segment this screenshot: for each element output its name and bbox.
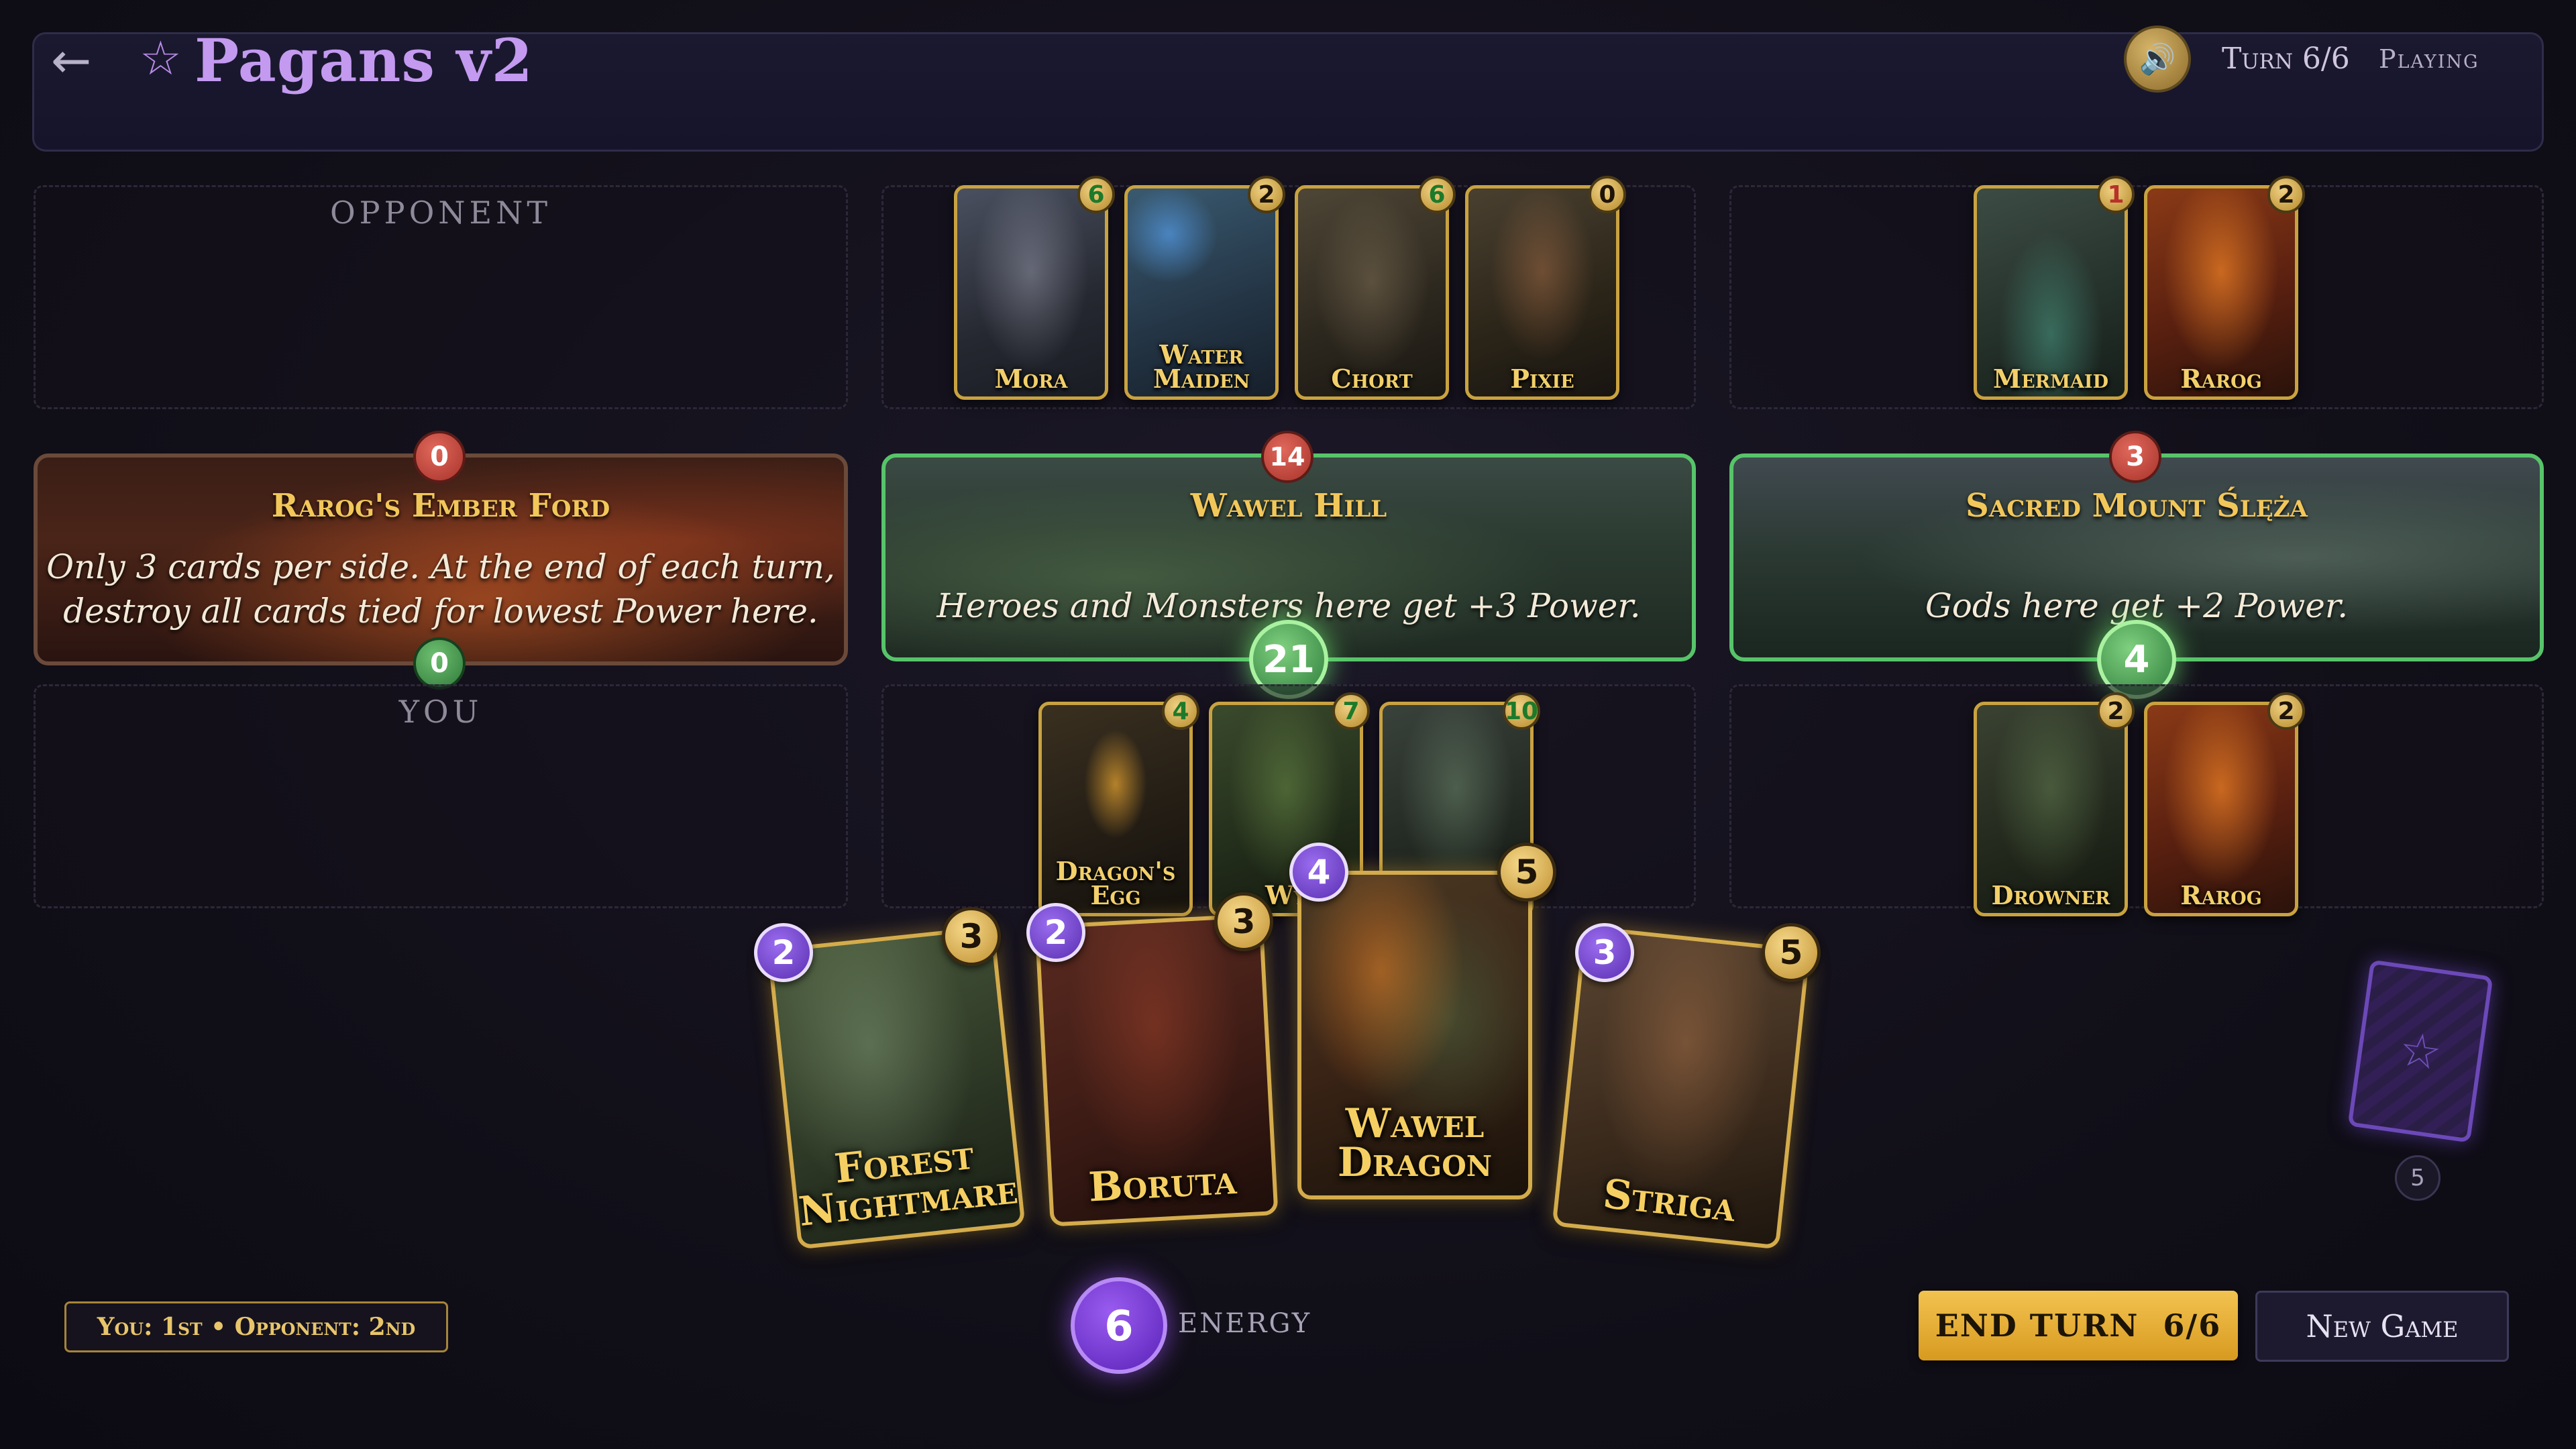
location-rarogs-ember-ford[interactable]: Rarog's Ember Ford Only 3 cards per side… <box>34 453 848 665</box>
opponent-card-rarog[interactable]: Rarog <box>2144 185 2298 400</box>
energy-cost-badge: 4 <box>1289 843 1348 902</box>
card-power-badge: 2 <box>1248 176 1285 213</box>
opponent-card-chort[interactable]: Chort <box>1295 185 1449 400</box>
opponent-label: OPPONENT <box>329 195 552 231</box>
card-name: Dragon's Egg <box>1055 856 1176 910</box>
card-name: Chort <box>1331 364 1413 394</box>
hand-card-boruta[interactable]: Boruta <box>1034 913 1279 1227</box>
location-description: Only 3 cards per side. At the end of eac… <box>46 547 835 631</box>
card-power-badge: 7 <box>1332 692 1370 730</box>
player-power-badge: 0 <box>413 637 466 690</box>
player-card-drowner[interactable]: Drowner <box>1974 702 2128 916</box>
opponent-power-badge: 14 <box>1261 431 1313 483</box>
card-power-badge: 3 <box>942 907 1001 966</box>
card-power-badge: 2 <box>2267 692 2305 730</box>
location-name: Wawel Hill <box>1190 487 1387 525</box>
location-name: Rarog's Ember Ford <box>271 487 610 525</box>
hand-card-wawel-dragon[interactable]: Wawel Dragon <box>1297 871 1532 1199</box>
star-icon: ☆ <box>2396 1021 2445 1081</box>
opponent-card-pixie[interactable]: Pixie <box>1465 185 1619 400</box>
card-power-badge: 2 <box>2267 176 2305 213</box>
player-lane-sacred-mount <box>1729 684 2544 908</box>
card-name: Mermaid <box>1993 364 2108 394</box>
opponent-card-water-maiden[interactable]: Water Maiden <box>1124 185 1279 400</box>
turn-order-badge: You: 1st • Opponent: 2nd <box>64 1301 448 1352</box>
card-name: Pixie <box>1510 364 1574 394</box>
card-power-badge: 2 <box>2097 692 2135 730</box>
new-game-button[interactable]: New Game <box>2255 1291 2509 1362</box>
energy-cost-badge: 3 <box>1575 923 1634 982</box>
deck-count: 5 <box>2395 1155 2440 1201</box>
card-name: Rarog <box>2180 364 2262 394</box>
game-status: Playing <box>2379 44 2479 74</box>
card-name: Rarog <box>2180 880 2262 910</box>
sound-toggle-button[interactable]: 🔊 <box>2124 25 2191 93</box>
opponent-lane-sacred-mount <box>1729 185 2544 409</box>
opponent-card-mermaid[interactable]: Mermaid <box>1974 185 2128 400</box>
end-turn-button[interactable]: END TURN 6/6 <box>1919 1291 2238 1360</box>
player-card-dragons-egg[interactable]: Dragon's Egg <box>1038 702 1193 916</box>
you-label: YOU <box>398 694 483 730</box>
card-power-badge: 6 <box>1077 176 1115 213</box>
game-title: Pagans v2 <box>195 25 533 95</box>
opponent-card-mora[interactable]: Mora <box>954 185 1108 400</box>
card-power-badge: 0 <box>1589 176 1626 213</box>
card-power-badge: 3 <box>1214 892 1273 951</box>
opponent-power-badge: 3 <box>2109 431 2161 483</box>
card-power-badge: 1 <box>2097 176 2135 213</box>
card-power-badge: 4 <box>1162 692 1199 730</box>
card-name: Mora <box>994 364 1068 394</box>
energy-label: ENERGY <box>1178 1308 1312 1339</box>
turn-counter: Turn 6/6 <box>2222 42 2350 76</box>
energy-cost-badge: 2 <box>1026 903 1085 962</box>
player-card-rarog[interactable]: Rarog <box>2144 702 2298 916</box>
energy-orb: 6 <box>1071 1277 1167 1374</box>
location-name: Sacred Mount Ślęża <box>1966 487 2308 525</box>
card-power-badge: 10 <box>1503 692 1540 730</box>
card-name: Wawel Dragon <box>1337 1100 1493 1186</box>
deck-pile[interactable]: ☆ <box>2347 959 2493 1143</box>
card-name: Drowner <box>1991 880 2110 910</box>
card-power-badge: 5 <box>1762 923 1821 982</box>
hand-card-forest-nightmare[interactable]: Forest Nightmare <box>767 925 1026 1250</box>
card-power-badge: 6 <box>1418 176 1456 213</box>
back-arrow-icon[interactable]: ← <box>51 32 91 89</box>
card-name: Water Maiden <box>1152 339 1250 394</box>
star-icon: ☆ <box>140 31 182 86</box>
speaker-icon: 🔊 <box>2139 42 2176 76</box>
energy-cost-badge: 2 <box>754 923 813 982</box>
opponent-power-badge: 0 <box>413 431 466 483</box>
card-power-badge: 5 <box>1497 843 1556 902</box>
